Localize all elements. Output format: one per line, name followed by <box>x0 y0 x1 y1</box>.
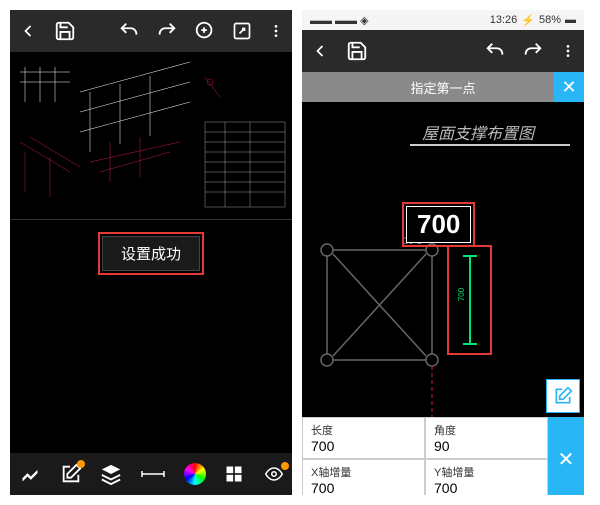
top-toolbar <box>302 30 584 72</box>
drawing-canvas[interactable]: 屋面支撑布置图 GJ-1 700 700 <box>302 102 584 417</box>
x-increment-value: 700 <box>311 480 416 495</box>
layers-icon[interactable] <box>100 463 122 485</box>
battery-icon: ▬ <box>565 14 576 26</box>
prompt-text: 指定第一点 <box>410 78 475 97</box>
status-bar: ▬▬ ▬▬ ◈ 13:26 ⚡ 58% ▬ <box>302 10 584 30</box>
angle-value: 90 <box>434 438 539 454</box>
more-icon[interactable] <box>268 21 284 41</box>
more-icon[interactable] <box>560 41 576 61</box>
close-prompt-button[interactable]: ✕ <box>554 72 584 102</box>
x-increment-cell[interactable]: X轴增量 700 <box>302 459 425 495</box>
back-icon[interactable] <box>310 41 330 61</box>
measure-icon[interactable] <box>140 467 166 481</box>
angle-label: 角度 <box>434 422 539 438</box>
toast-message: 设置成功 <box>102 236 200 271</box>
color-wheel-icon[interactable] <box>184 463 206 485</box>
measurement-highlight: 700 <box>402 202 475 247</box>
undo-icon[interactable] <box>118 20 140 42</box>
screen-left: 设置成功 <box>10 10 292 495</box>
save-icon[interactable] <box>346 40 368 62</box>
draw-tool-icon[interactable] <box>18 464 42 484</box>
redo-icon[interactable] <box>522 40 544 62</box>
zoom-extents-icon[interactable] <box>194 20 216 42</box>
length-cell[interactable]: 长度 700 <box>302 417 425 459</box>
y-increment-cell[interactable]: Y轴增量 700 <box>425 459 548 495</box>
bottom-toolbar <box>10 453 292 495</box>
edit-tool-icon[interactable] <box>60 463 82 485</box>
command-prompt-bar: 指定第一点 ✕ <box>302 72 584 102</box>
coordinate-input-panel: 长度 700 角度 90 ✕ X轴增量 700 Y轴增量 700 <box>302 417 584 495</box>
length-label: 长度 <box>311 422 416 438</box>
y-increment-label: Y轴增量 <box>434 464 539 480</box>
dimension-line-highlight: 700 <box>447 245 492 355</box>
view-icon[interactable] <box>262 465 286 483</box>
bluetooth-icon: ⚡ <box>521 14 535 27</box>
cad-drawing <box>10 52 292 220</box>
measurement-value: 700 <box>406 206 471 243</box>
edit-input-button[interactable] <box>546 379 580 413</box>
angle-cell[interactable]: 角度 90 <box>425 417 548 459</box>
status-time: 13:26 <box>490 14 518 26</box>
length-value: 700 <box>311 438 416 454</box>
screen-right: ▬▬ ▬▬ ◈ 13:26 ⚡ 58% ▬ 指定第一点 ✕ 屋面支撑布置图 <box>302 10 584 495</box>
back-icon[interactable] <box>18 21 38 41</box>
undo-icon[interactable] <box>484 40 506 62</box>
battery-percent: 58% <box>539 14 561 26</box>
y-increment-value: 700 <box>434 480 539 495</box>
signal-icon: ▬▬ ▬▬ ◈ <box>310 14 369 27</box>
dimension-label: 700 <box>457 288 466 301</box>
save-icon[interactable] <box>54 20 76 42</box>
grid-icon[interactable] <box>224 464 244 484</box>
redo-icon[interactable] <box>156 20 178 42</box>
fullscreen-icon[interactable] <box>232 21 252 41</box>
cad-wireframe: GJ-1 <box>302 102 584 417</box>
drawing-canvas[interactable] <box>10 52 292 220</box>
top-toolbar <box>10 10 292 52</box>
dimension-line: 700 <box>469 255 471 345</box>
close-input-button[interactable]: ✕ <box>548 417 584 495</box>
toast-highlight: 设置成功 <box>10 232 292 275</box>
x-increment-label: X轴增量 <box>311 464 416 480</box>
